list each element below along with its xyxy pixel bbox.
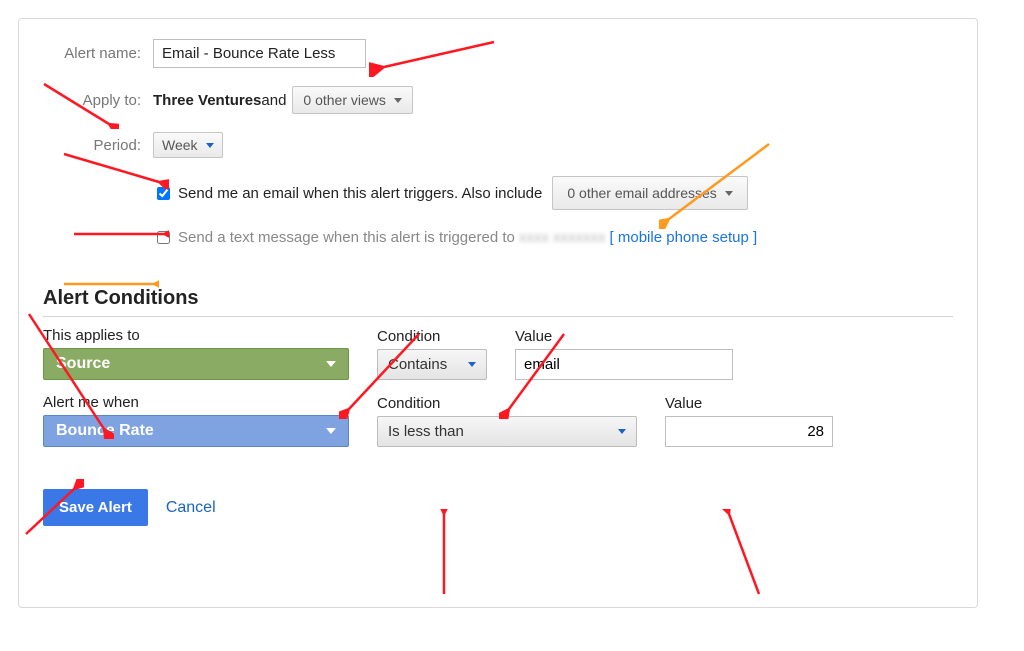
apply-to-view: Three Ventures <box>153 92 261 109</box>
alert-condition-label: Condition <box>377 395 637 412</box>
alert-name-label: Alert name: <box>43 45 141 62</box>
caret-down-icon <box>725 191 733 196</box>
period-value: Week <box>162 137 198 153</box>
conditions-row-1: This applies to Source Condition Contain… <box>43 323 953 380</box>
alert-metric-dropdown[interactable]: Bounce Rate <box>43 415 349 447</box>
alert-name-row: Alert name: <box>43 39 953 68</box>
caret-down-icon <box>468 362 476 367</box>
apply-to-and: and <box>261 92 286 109</box>
sms-notify-row: Send a text message when this alert is t… <box>153 228 953 247</box>
conditions-row-2: Alert me when Bounce Rate Condition Is l… <box>43 390 953 447</box>
applies-value-input[interactable] <box>515 349 733 380</box>
caret-down-icon <box>618 429 626 434</box>
other-views-dropdown[interactable]: 0 other views <box>292 86 412 114</box>
alert-form-panel: Alert name: Apply to: Three Ventures and… <box>18 18 978 608</box>
alert-conditions-heading: Alert Conditions <box>43 287 953 310</box>
other-emails-dropdown[interactable]: 0 other email addresses <box>552 176 747 210</box>
alert-value-input[interactable] <box>665 416 833 447</box>
mobile-phone-setup-link[interactable]: [ mobile phone setup ] <box>610 229 758 246</box>
other-emails-label: 0 other email addresses <box>567 185 716 201</box>
applies-value-label: Value <box>515 328 733 345</box>
apply-to-label: Apply to: <box>43 92 141 109</box>
applies-to-dropdown[interactable]: Source <box>43 348 349 380</box>
sms-notify-checkbox[interactable] <box>157 231 170 244</box>
period-dropdown[interactable]: Week <box>153 132 223 158</box>
save-alert-button[interactable]: Save Alert <box>43 489 148 526</box>
caret-down-icon <box>326 428 336 434</box>
alert-name-input[interactable] <box>153 39 366 68</box>
email-notify-checkbox[interactable] <box>157 187 170 200</box>
period-row: Period: Week <box>43 132 953 158</box>
alert-condition-dropdown[interactable]: Is less than <box>377 416 637 447</box>
email-notify-text: Send me an email when this alert trigger… <box>178 185 542 202</box>
other-views-label: 0 other views <box>303 92 385 108</box>
alert-metric-label: Alert me when <box>43 394 349 411</box>
alert-value-label: Value <box>665 395 833 412</box>
applies-to-value: Source <box>56 355 110 373</box>
alert-metric-value: Bounce Rate <box>56 422 154 440</box>
alert-condition-value: Is less than <box>388 423 464 440</box>
applies-to-label: This applies to <box>43 327 349 344</box>
caret-down-icon <box>394 98 402 103</box>
caret-down-icon <box>206 143 214 148</box>
period-label: Period: <box>43 137 141 154</box>
applies-condition-label: Condition <box>377 328 487 345</box>
email-notify-row: Send me an email when this alert trigger… <box>153 176 953 210</box>
applies-condition-value: Contains <box>388 356 447 373</box>
actions-row: Save Alert Cancel <box>43 489 953 526</box>
cancel-link[interactable]: Cancel <box>166 499 216 517</box>
obscured-phone: xxxx xxxxxxx <box>515 229 610 246</box>
applies-condition-dropdown[interactable]: Contains <box>377 349 487 380</box>
sms-notify-text: Send a text message when this alert is t… <box>178 229 515 246</box>
caret-down-icon <box>326 361 336 367</box>
apply-to-row: Apply to: Three Ventures and 0 other vie… <box>43 86 953 114</box>
divider <box>43 316 953 317</box>
